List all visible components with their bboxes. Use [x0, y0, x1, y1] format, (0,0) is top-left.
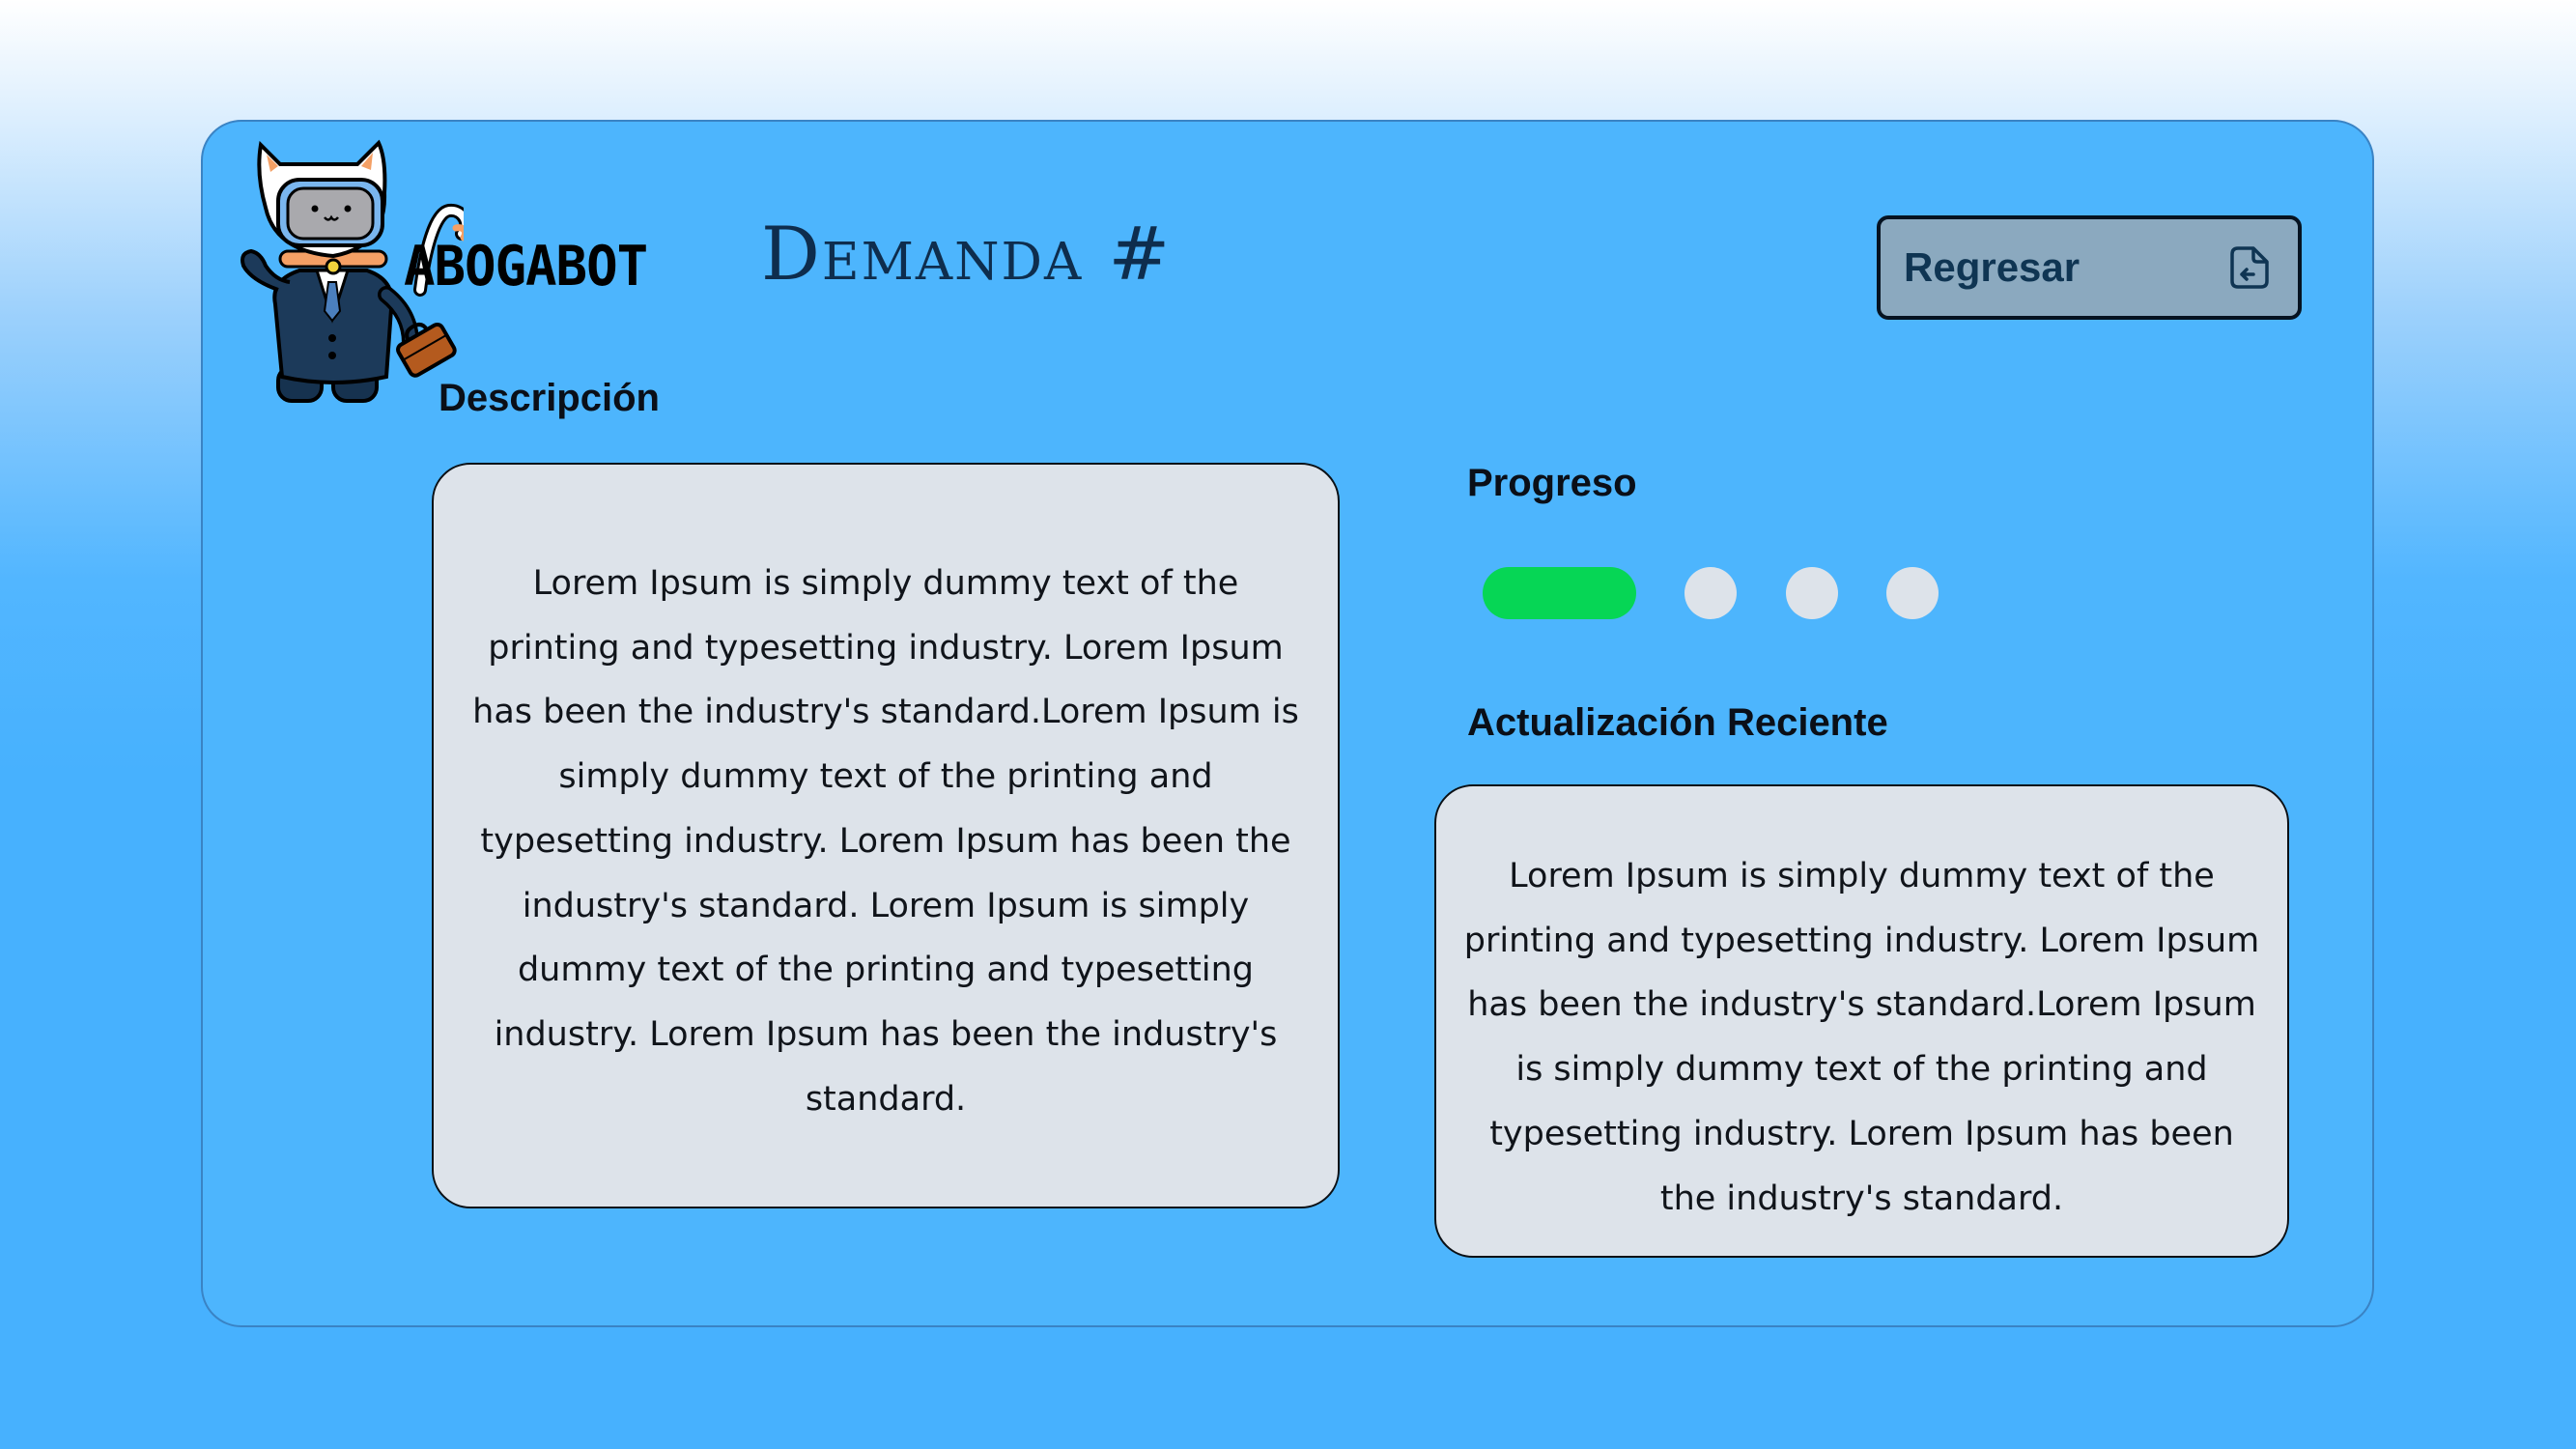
description-panel: Lorem Ipsum is simply dummy text of the …: [432, 463, 1340, 1208]
description-text: Lorem Ipsum is simply dummy text of the …: [472, 564, 1299, 1119]
progress-step-active: [1483, 567, 1636, 619]
document-return-icon: [2230, 246, 2269, 289]
recent-update-heading: Actualización Reciente: [1467, 701, 1888, 744]
recent-update-panel: Lorem Ipsum is simply dummy text of the …: [1434, 784, 2289, 1258]
progress-heading: Progreso: [1467, 462, 1637, 504]
progress-step-pending: [1886, 567, 1939, 619]
page-title: Demanda #: [761, 211, 1173, 297]
progress-step-pending: [1786, 567, 1838, 619]
progress-step-pending: [1684, 567, 1737, 619]
back-button[interactable]: Regresar: [1877, 215, 2302, 320]
logo-text: ABOGABOT: [404, 234, 648, 298]
description-heading: Descripción: [439, 377, 660, 419]
back-button-label: Regresar: [1904, 244, 2081, 290]
recent-update-text: Lorem Ipsum is simply dummy text of the …: [1463, 857, 2260, 1218]
